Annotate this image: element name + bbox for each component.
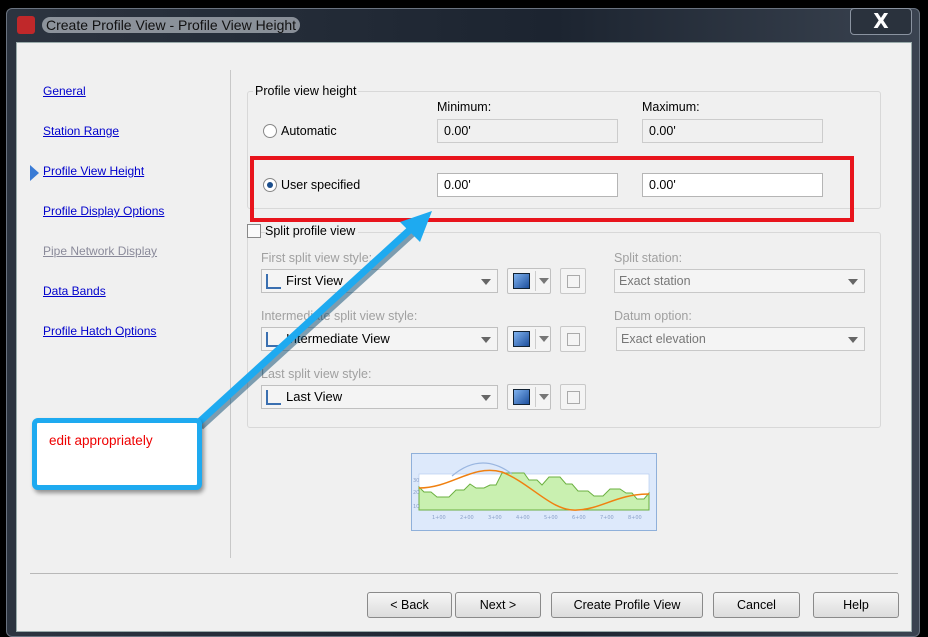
annotation-arrow-icon — [194, 211, 432, 430]
callout-text: edit appropriately — [49, 433, 153, 448]
annotation-callout: edit appropriately — [32, 418, 202, 490]
